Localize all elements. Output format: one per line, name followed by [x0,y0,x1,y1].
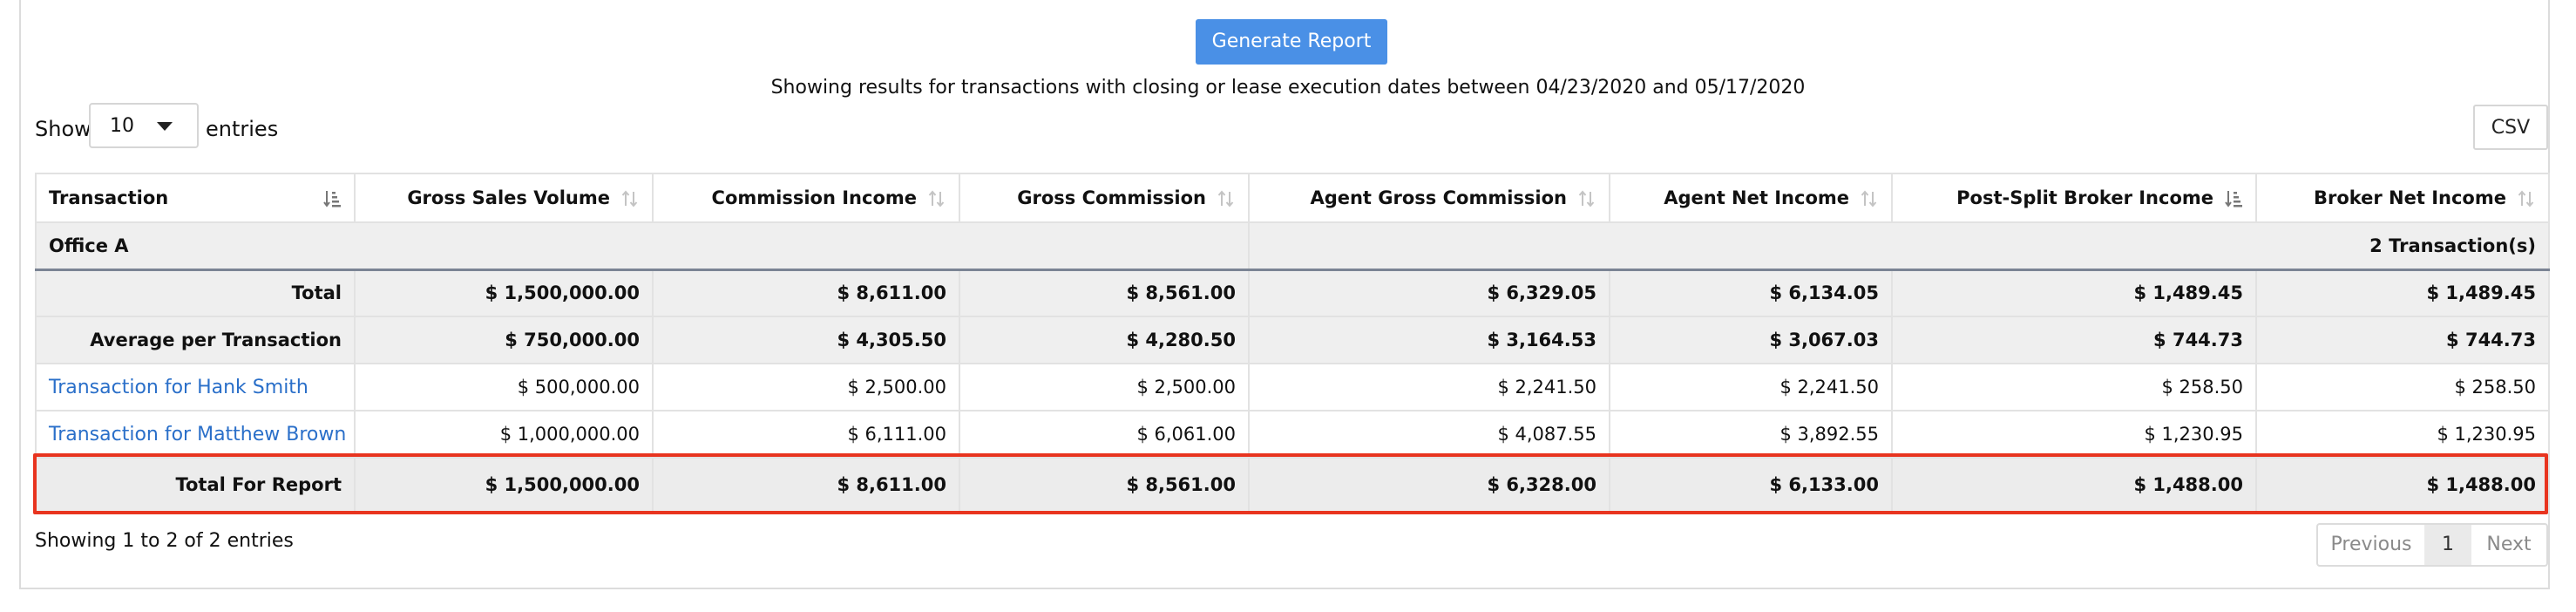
table-cell: Total [35,269,356,317]
show-label: Show [35,117,92,141]
table-cell: $ 6,133.00 [1609,457,1893,513]
table-cell: $ 6,061.00 [959,410,1250,459]
sort-amount-icon [322,189,342,208]
table-cell: $ 8,561.00 [959,269,1250,317]
table-cell: $ 1,500,000.00 [354,269,654,317]
table-cell: $ 8,611.00 [652,457,960,513]
page-1-button[interactable]: 1 [2424,523,2473,567]
column-header-agent-gross-commission[interactable]: Agent Gross Commission [1248,173,1610,223]
table-cell: $ 2,500.00 [959,363,1250,411]
column-header-gross-sales-volume[interactable]: Gross Sales Volume [354,173,654,223]
table-info: Showing 1 to 2 of 2 entries [35,530,294,552]
table-cell: $ 3,892.55 [1609,410,1893,459]
table-cell: $ 8,561.00 [959,457,1250,513]
column-header-commission-income[interactable]: Commission Income [652,173,960,223]
table-cell: Transaction for Matthew Brown [35,410,356,459]
table-cell: $ 1,489.45 [1891,269,2257,317]
transaction-link[interactable]: Transaction for Hank Smith [49,377,308,398]
table-cell: $ 6,328.00 [1248,457,1610,513]
table-row: Transaction for Matthew Brown $ 1,000,00… [35,410,2550,459]
sort-arrows-icon [1860,189,1879,208]
table-cell: Transaction for Hank Smith [35,363,356,411]
table-cell: $ 1,000,000.00 [354,410,654,459]
table-cell: $ 3,067.03 [1609,316,1893,364]
table-cell: $ 4,305.50 [652,316,960,364]
table-cell: $ 1,489.45 [2255,269,2550,317]
report-table: Transaction Gross Sales Volume Commissio… [35,173,2550,513]
table-cell: $ 1,500,000.00 [354,457,654,513]
table-cell: $ 6,329.05 [1248,269,1610,317]
sort-arrows-icon [1217,189,1236,208]
column-header-post-split-broker-income[interactable]: Post-Split Broker Income [1891,173,2257,223]
table-cell: $ 1,230.95 [1891,410,2257,459]
previous-page-button[interactable]: Previous [2316,523,2426,567]
office-group-row: Office A 2 Transaction(s) [35,221,2550,271]
table-cell: $ 3,164.53 [1248,316,1610,364]
table-cell: $ 744.73 [2255,316,2550,364]
table-cell: $ 2,241.50 [1248,363,1610,411]
column-header-gross-commission[interactable]: Gross Commission [959,173,1250,223]
office-transaction-count: 2 Transaction(s) [1248,221,2550,271]
sort-arrows-icon [1577,189,1596,208]
table-cell: $ 1,488.00 [2255,457,2550,513]
table-cell: $ 2,241.50 [1609,363,1893,411]
generate-report-button[interactable]: Generate Report [1196,19,1387,65]
table-cell: $ 1,488.00 [1891,457,2257,513]
table-cell: $ 4,280.50 [959,316,1250,364]
table-cell: $ 2,500.00 [652,363,960,411]
sort-amount-icon [2224,189,2243,208]
report-total-row: Total For Report $ 1,500,000.00 $ 8,611.… [35,457,2550,513]
table-cell: $ 258.50 [2255,363,2550,411]
office-name: Office A [35,221,1250,271]
entries-length-value: 10 [110,115,134,137]
next-page-button[interactable]: Next [2471,523,2548,567]
sort-arrows-icon [927,189,946,208]
table-cell: Total For Report [35,457,356,513]
entries-length-select[interactable]: 10 [89,103,199,148]
table-cell: $ 258.50 [1891,363,2257,411]
table-cell: $ 1,230.95 [2255,410,2550,459]
table-cell: $ 750,000.00 [354,316,654,364]
column-header-broker-net-income[interactable]: Broker Net Income [2255,173,2550,223]
office-average-row: Average per Transaction $ 750,000.00 $ 4… [35,316,2550,364]
transaction-link[interactable]: Transaction for Matthew Brown [49,424,346,445]
table-cell: $ 744.73 [1891,316,2257,364]
table-row: Transaction for Hank Smith $ 500,000.00 … [35,363,2550,411]
sort-arrows-icon [620,189,640,208]
table-cell: $ 6,134.05 [1609,269,1893,317]
office-total-row: Total $ 1,500,000.00 $ 8,611.00 $ 8,561.… [35,269,2550,317]
table-cell: $ 6,111.00 [652,410,960,459]
entries-label: entries [206,117,279,141]
table-cell: $ 500,000.00 [354,363,654,411]
column-header-transaction[interactable]: Transaction [35,173,356,223]
table-cell: Average per Transaction [35,316,356,364]
csv-export-button[interactable]: CSV [2473,105,2548,150]
sort-arrows-icon [2517,189,2536,208]
table-cell: $ 8,611.00 [652,269,960,317]
table-cell: $ 4,087.55 [1248,410,1610,459]
table-header-row: Transaction Gross Sales Volume Commissio… [35,173,2550,223]
chevron-down-icon [157,122,173,131]
column-header-agent-net-income[interactable]: Agent Net Income [1609,173,1893,223]
date-range-description: Showing results for transactions with cl… [770,77,1806,99]
